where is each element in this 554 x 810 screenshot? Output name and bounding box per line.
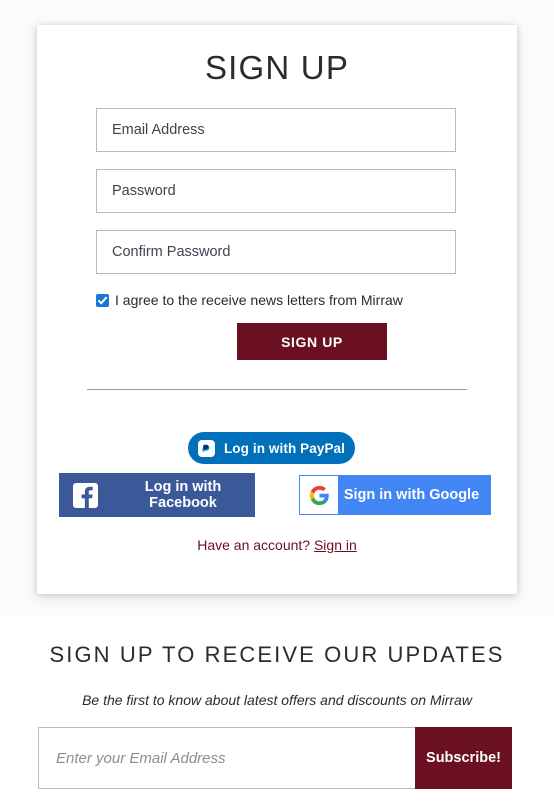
- paypal-icon: [197, 439, 215, 457]
- newsletter-section: SIGN UP TO RECEIVE OUR UPDATES Be the fi…: [0, 616, 554, 810]
- newsletter-title: SIGN UP TO RECEIVE OUR UPDATES: [49, 642, 505, 667]
- confirm-password-field[interactable]: [96, 230, 456, 274]
- paypal-login-label: Log in with PayPal: [223, 440, 346, 456]
- newsletter-agree-row[interactable]: I agree to the receive news letters from…: [96, 292, 403, 308]
- signup-submit-button[interactable]: SIGN UP: [237, 323, 387, 360]
- account-prompt-label: Have an account?: [197, 537, 311, 553]
- google-login-button[interactable]: Sign in with Google: [299, 475, 491, 515]
- signin-link[interactable]: Sign in: [314, 537, 357, 553]
- newsletter-subtitle: Be the first to know about latest offers…: [82, 692, 472, 708]
- newsletter-agree-label: I agree to the receive news letters from…: [115, 292, 403, 308]
- section-divider: [87, 389, 467, 390]
- newsletter-agree-checkbox[interactable]: [96, 293, 109, 307]
- newsletter-email-input[interactable]: [38, 727, 415, 789]
- google-icon: [300, 476, 338, 514]
- page-title: SIGN UP: [204, 49, 350, 86]
- password-field[interactable]: [96, 169, 456, 213]
- signup-card: SIGN UP I agree to the receive news lett…: [37, 25, 517, 594]
- subscribe-row: Subscribe!: [38, 727, 512, 789]
- facebook-icon: [73, 482, 98, 508]
- email-field[interactable]: [96, 108, 456, 152]
- account-prompt-row: Have an account? Sign in: [37, 537, 517, 553]
- subscribe-button[interactable]: Subscribe!: [415, 727, 512, 789]
- google-login-label: Sign in with Google: [343, 487, 480, 503]
- paypal-login-button[interactable]: Log in with PayPal: [188, 432, 355, 464]
- facebook-login-button[interactable]: Log in with Facebook: [59, 473, 255, 517]
- facebook-login-label: Log in with Facebook: [144, 479, 222, 511]
